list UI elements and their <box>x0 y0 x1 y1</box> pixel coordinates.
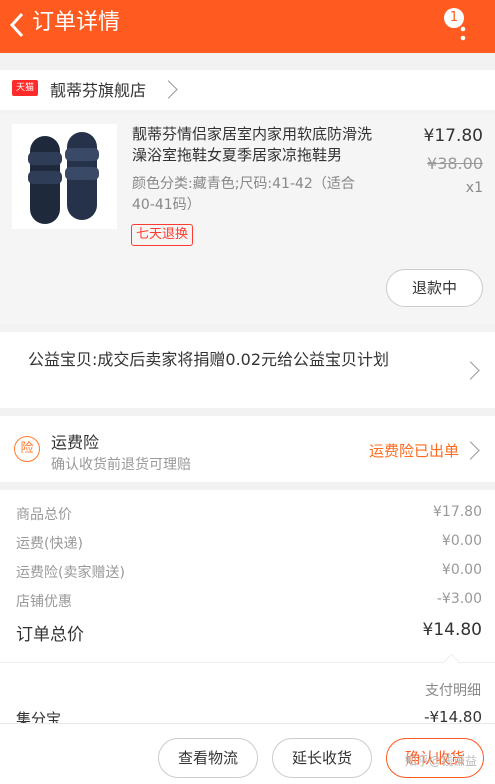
page-title: 订单详情 <box>32 10 121 35</box>
refund-status-button[interactable]: 退款中 <box>386 269 483 307</box>
cost-label: 运费(快递) <box>16 536 83 552</box>
slipper-image <box>28 132 99 224</box>
cost-row: 运费(快递) ¥0.00 <box>16 533 482 553</box>
chevron-right-icon <box>461 441 480 460</box>
shop-name[interactable]: 靓蒂芬旗舰店 <box>50 77 146 101</box>
top-bar: 订单详情 1 <box>0 0 495 53</box>
charity-text: 公益宝贝:成交后卖家将捐赠0.02元给公益宝贝计划 <box>28 350 390 369</box>
order-total-value: ¥14.80 <box>422 620 482 640</box>
shop-row[interactable]: 天猫 靓蒂芬旗舰店 <box>0 70 495 110</box>
order-total-label: 订单总价 <box>16 625 84 645</box>
charity-row[interactable]: 公益宝贝:成交后卖家将捐赠0.02元给公益宝贝计划 <box>0 332 495 408</box>
product-spec: 颜色分类:藏青色;尺码:41-42（适合40-41码） <box>132 176 355 213</box>
more-menu-button[interactable]: 1 <box>444 8 477 42</box>
cost-value: -¥3.00 <box>436 591 482 607</box>
cost-value: ¥0.00 <box>441 562 482 578</box>
tmall-logo: 天猫 <box>12 80 38 96</box>
cost-label: 店铺优惠 <box>16 594 72 610</box>
item-price: ¥17.80 <box>423 126 483 146</box>
order-total-row: 订单总价 ¥14.80 <box>16 620 482 645</box>
cost-label: 运费险(卖家赠送) <box>16 565 125 581</box>
cost-value: ¥17.80 <box>433 504 482 520</box>
insurance-status: 运费险已出单 <box>368 442 459 460</box>
notification-badge: 1 <box>444 8 464 28</box>
cost-value: ¥0.00 <box>441 533 482 549</box>
insurance-title: 运费险 <box>51 433 100 452</box>
extend-receipt-button[interactable]: 延长收货 <box>272 738 372 778</box>
payment-details-link[interactable]: 支付明细 <box>425 680 481 700</box>
watermark: 知乎@钱谦益 <box>404 754 477 768</box>
cost-row: 运费险(卖家赠送) ¥0.00 <box>16 562 482 582</box>
back-button[interactable] <box>6 10 30 40</box>
original-price: ¥38.00 <box>427 154 483 173</box>
cost-row: 商品总价 ¥17.80 <box>16 504 482 524</box>
item-quantity: x1 <box>465 180 483 196</box>
view-logistics-button[interactable]: 查看物流 <box>158 738 258 778</box>
shipping-insurance-row[interactable]: 险 运费险 确认收货前退货可理赔 运费险已出单 <box>0 416 495 482</box>
insurance-subtitle: 确认收货前退货可理赔 <box>51 457 191 473</box>
chevron-left-icon <box>9 12 24 38</box>
chevron-right-icon <box>461 361 480 380</box>
chevron-right-icon <box>159 80 178 99</box>
cost-breakdown: 商品总价 ¥17.80 运费(快递) ¥0.00 运费险(卖家赠送) ¥0.00… <box>0 490 495 730</box>
divider <box>0 662 495 663</box>
return-policy-tag: 七天退换 <box>131 224 194 246</box>
product-image[interactable] <box>12 124 117 229</box>
cost-row: 店铺优惠 -¥3.00 <box>16 591 482 611</box>
cost-label: 商品总价 <box>16 507 72 523</box>
expand-caret <box>443 653 460 670</box>
insurance-icon: 险 <box>14 436 40 462</box>
order-item[interactable]: 靓蒂芬情侣家居室内家用软底防滑洗澡浴室拖鞋女夏季居家凉拖鞋男 颜色分类:藏青色;… <box>0 114 495 324</box>
product-name[interactable]: 靓蒂芬情侣家居室内家用软底防滑洗澡浴室拖鞋女夏季居家凉拖鞋男 <box>132 124 377 166</box>
